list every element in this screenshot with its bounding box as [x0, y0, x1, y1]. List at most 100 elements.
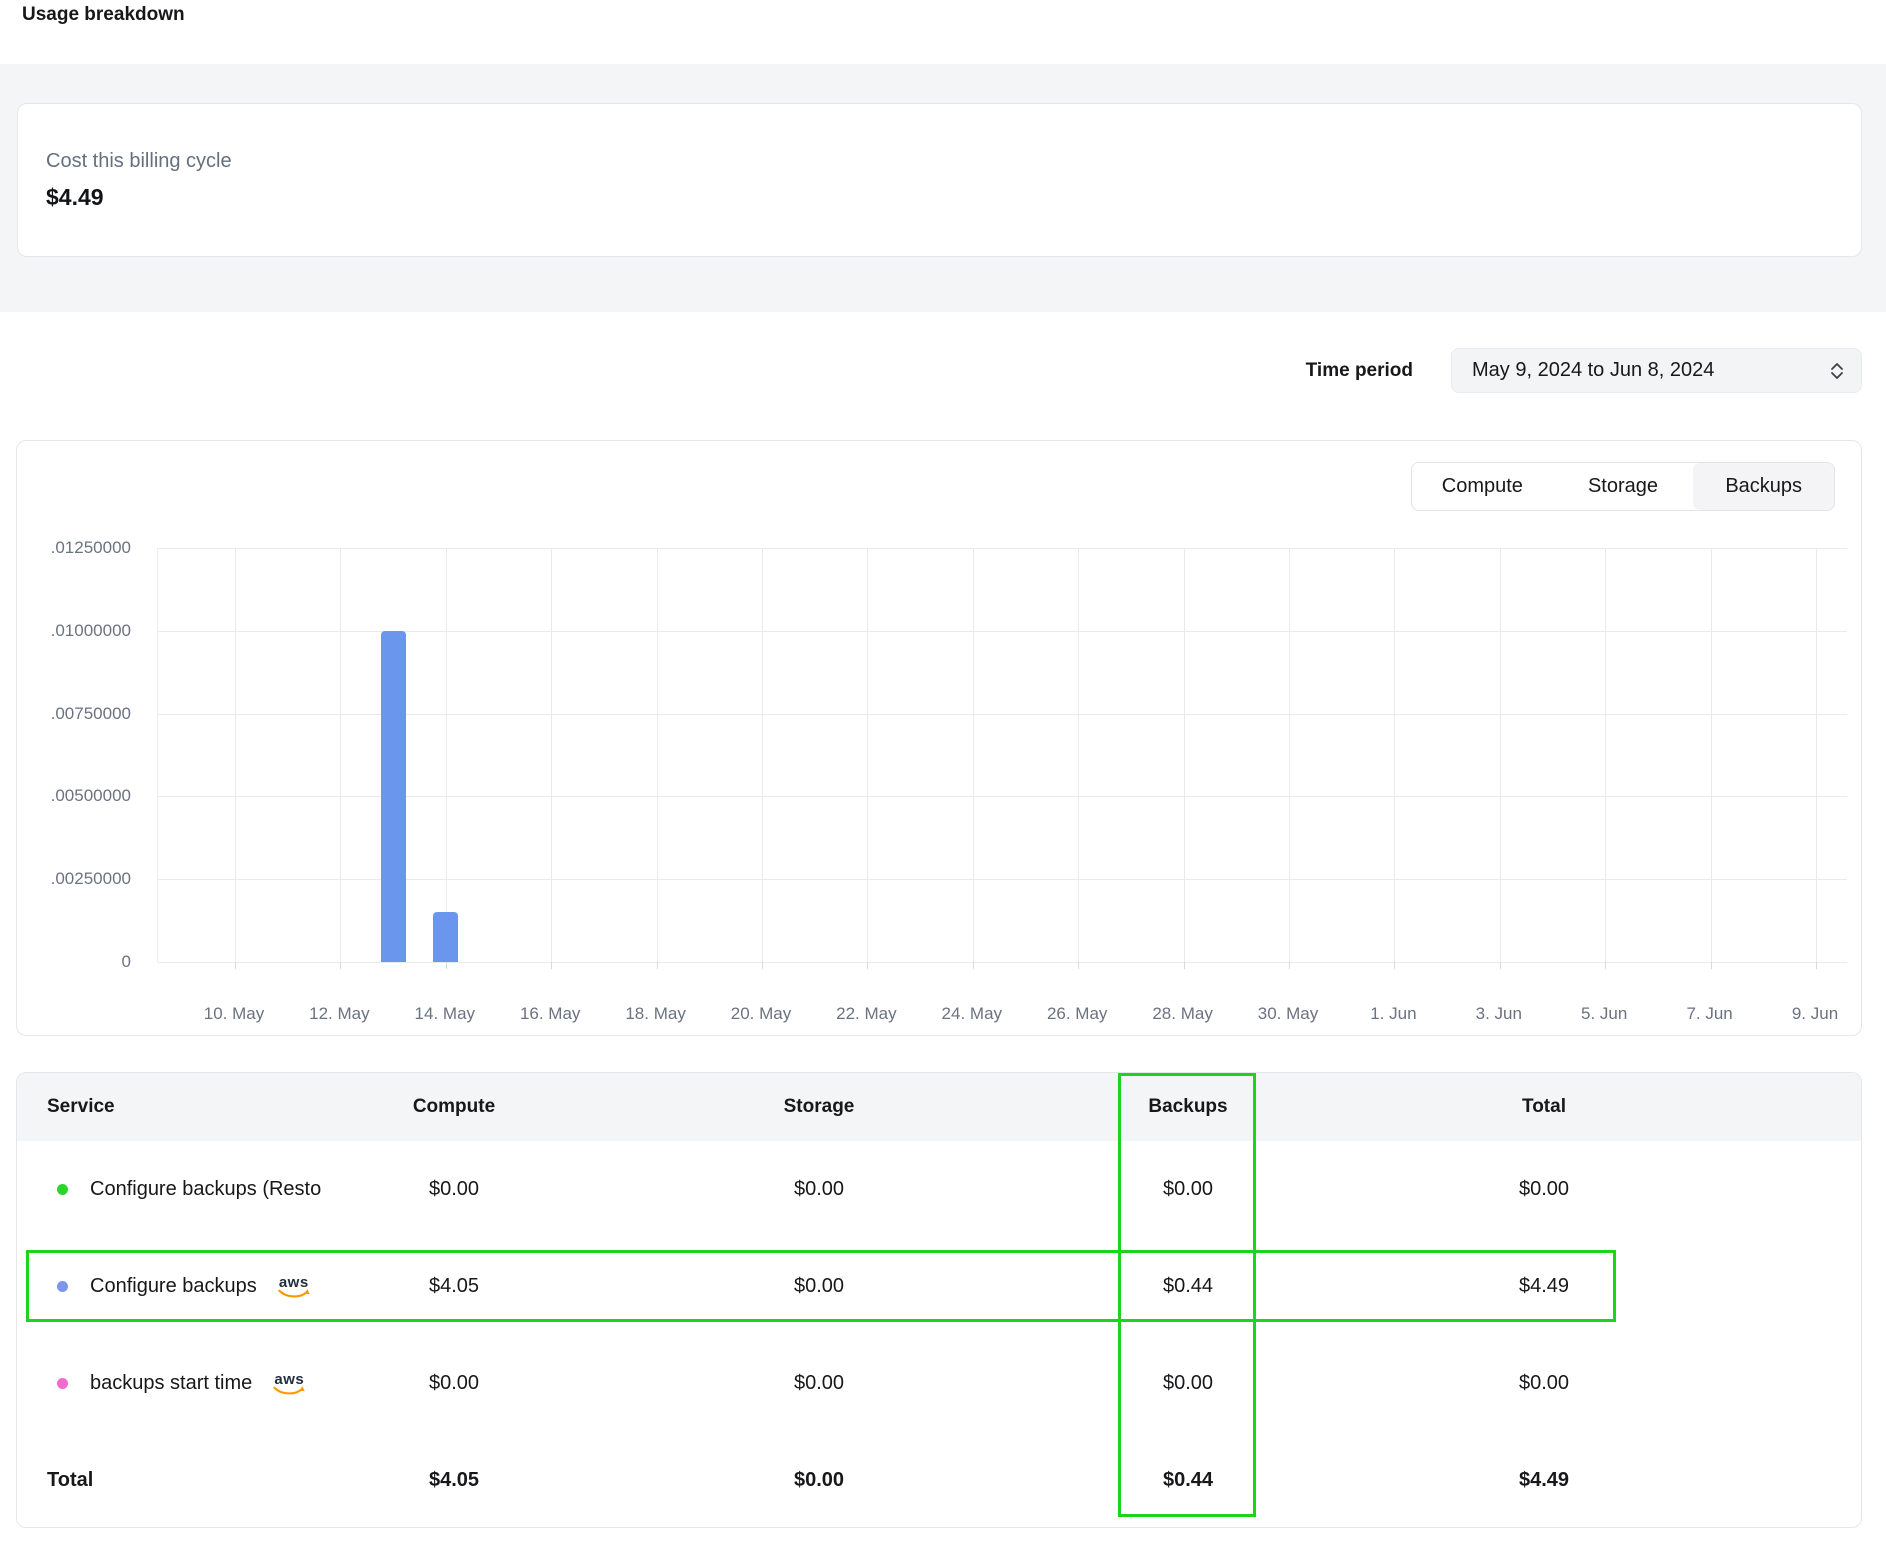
backups-value: $0.00 [1043, 1141, 1333, 1238]
table-row: backups start timeaws$0.00$0.00$0.00$0.0… [17, 1335, 1861, 1432]
series-color-dot [57, 1281, 68, 1292]
cost-card: Cost this billing cycle $4.49 [17, 103, 1862, 257]
time-period-row: Time period May 9, 2024 to Jun 8, 2024 [0, 348, 1862, 393]
compute-value: $0.00 [309, 1335, 599, 1432]
x-gridline [446, 548, 447, 962]
total-compute-value: $4.05 [309, 1432, 599, 1528]
compute-value: $0.00 [309, 1141, 599, 1238]
tab-storage[interactable]: Storage [1553, 463, 1694, 510]
storage-value: $0.00 [674, 1141, 964, 1238]
x-tick-mark [1184, 962, 1185, 969]
y-gridline [158, 714, 1847, 715]
y-tick-label: .00750000 [17, 703, 131, 725]
y-gridline [158, 962, 1847, 963]
x-gridline [1394, 548, 1395, 962]
x-gridline [1500, 548, 1501, 962]
x-tick-label: 3. Jun [1444, 1002, 1554, 1026]
x-tick-mark [973, 962, 974, 969]
x-tick-mark [1394, 962, 1395, 969]
x-tick-mark [867, 962, 868, 969]
total-value: $0.00 [1399, 1141, 1689, 1238]
x-gridline [973, 548, 974, 962]
x-tick-mark [551, 962, 552, 969]
y-tick-label: .01000000 [17, 620, 131, 642]
x-tick-mark [1816, 962, 1817, 969]
table-total-row: Total $4.05 $0.00 $0.44 $4.49 [17, 1432, 1861, 1528]
x-tick-label: 14. May [390, 1002, 500, 1026]
total-value: $4.49 [1399, 1238, 1689, 1335]
usage-breakdown-page: Usage breakdown Cost this billing cycle … [0, 0, 1886, 1548]
time-period-select[interactable]: May 9, 2024 to Jun 8, 2024 [1451, 348, 1862, 393]
col-header-backups: Backups [1043, 1073, 1333, 1141]
col-header-storage: Storage [674, 1073, 964, 1141]
table-row: Configure backupsaws$4.05$0.00$0.44$4.49 [17, 1238, 1861, 1335]
col-header-total: Total [1399, 1073, 1689, 1141]
compute-value: $4.05 [309, 1238, 599, 1335]
table-header-row: Service Compute Storage Backups Total [17, 1073, 1861, 1141]
backups-value: $0.00 [1043, 1335, 1333, 1432]
x-tick-label: 1. Jun [1338, 1002, 1448, 1026]
y-tick-label: .01250000 [17, 537, 131, 559]
table-row: Configure backups (Resto$0.00$0.00$0.00$… [17, 1141, 1861, 1238]
col-header-compute: Compute [309, 1073, 599, 1141]
y-gridline [158, 548, 1847, 549]
x-tick-label: 9. Jun [1760, 1002, 1870, 1026]
tab-backups[interactable]: Backups [1693, 463, 1834, 510]
tab-compute[interactable]: Compute [1412, 463, 1553, 510]
time-period-value: May 9, 2024 to Jun 8, 2024 [1472, 359, 1714, 382]
aws-logo: aws [272, 1372, 306, 1396]
storage-value: $0.00 [674, 1335, 964, 1432]
summary-section: Cost this billing cycle $4.49 [0, 64, 1886, 312]
chart-series-tabs: ComputeStorageBackups [1411, 462, 1835, 511]
service-name: backups start time [90, 1372, 252, 1395]
y-gridline [158, 879, 1847, 880]
service-name: Configure backups (Resto [90, 1178, 321, 1201]
x-tick-label: 18. May [601, 1002, 711, 1026]
x-tick-mark [762, 962, 763, 969]
x-tick-mark [657, 962, 658, 969]
x-gridline [1289, 548, 1290, 962]
x-tick-mark [1289, 962, 1290, 969]
usage-chart-panel: ComputeStorageBackups .01250000 .01000000… [16, 440, 1862, 1036]
y-tick-label: .00500000 [17, 785, 131, 807]
x-gridline [235, 548, 236, 962]
x-tick-label: 24. May [917, 1002, 1027, 1026]
x-tick-label: 26. May [1022, 1002, 1132, 1026]
x-tick-mark [340, 962, 341, 969]
storage-value: $0.00 [674, 1238, 964, 1335]
x-tick-mark [1605, 962, 1606, 969]
y-tick-label: .00250000 [17, 868, 131, 890]
x-tick-mark [1500, 962, 1501, 969]
x-gridline [657, 548, 658, 962]
total-backups-value: $0.44 [1043, 1432, 1333, 1528]
bar-chart-plot [157, 548, 1847, 962]
x-gridline [1711, 548, 1712, 962]
x-tick-mark [235, 962, 236, 969]
total-value: $0.00 [1399, 1335, 1689, 1432]
service-name: Configure backups [90, 1275, 257, 1298]
series-color-dot [57, 1378, 68, 1389]
aws-swoosh-icon [277, 1288, 311, 1299]
y-tick-label: 0 [17, 951, 131, 973]
x-tick-label: 7. Jun [1655, 1002, 1765, 1026]
chart-bar-14-may [433, 912, 458, 962]
x-gridline [1078, 548, 1079, 962]
x-tick-label: 10. May [179, 1002, 289, 1026]
x-tick-mark [1711, 962, 1712, 969]
x-gridline [551, 548, 552, 962]
x-gridline [1816, 548, 1817, 962]
x-gridline [762, 548, 763, 962]
aws-logo: aws [277, 1275, 311, 1299]
x-tick-label: 12. May [284, 1002, 394, 1026]
select-chevrons-icon [1829, 361, 1845, 381]
x-tick-label: 5. Jun [1549, 1002, 1659, 1026]
y-gridline [158, 796, 1847, 797]
aws-swoosh-icon [272, 1385, 306, 1396]
total-storage-value: $0.00 [674, 1432, 964, 1528]
chart-bar-13-may [381, 631, 406, 962]
usage-table: Service Compute Storage Backups Total Co… [16, 1072, 1862, 1528]
x-gridline [1184, 548, 1185, 962]
page-title: Usage breakdown [22, 4, 185, 26]
x-tick-label: 20. May [706, 1002, 816, 1026]
x-tick-label: 16. May [495, 1002, 605, 1026]
